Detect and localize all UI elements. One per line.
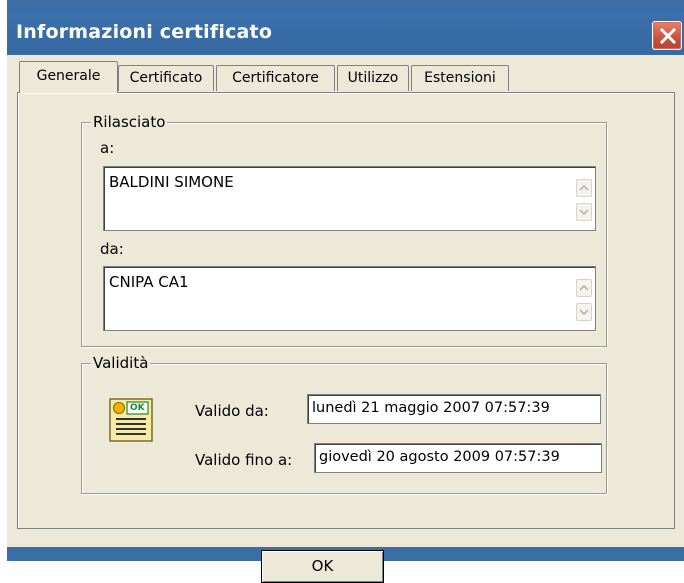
dialog-client-area: Generale Certificato Certificatore Utili… (7, 55, 684, 583)
certificate-icon: OK (109, 398, 153, 442)
scroll-up-button[interactable] (576, 179, 592, 197)
scroll-down-button[interactable] (576, 303, 592, 321)
issued-group-label: Rilasciato (91, 113, 168, 131)
validity-group-label: Validità (91, 354, 151, 372)
tab-label: Utilizzo (347, 70, 399, 86)
tab-generale[interactable]: Generale (19, 61, 118, 93)
certificate-badge-text: OK (130, 403, 145, 413)
window-title: Informazioni certificato (16, 21, 273, 43)
close-icon (659, 27, 677, 45)
tab-label: Certificatore (232, 70, 319, 86)
valid-from-field[interactable]: lunedì 21 maggio 2007 07:57:39 (307, 394, 601, 424)
issued-to-label: a: (100, 139, 115, 157)
close-button[interactable] (652, 21, 682, 50)
ok-button[interactable]: OK (261, 550, 384, 583)
validity-group (81, 363, 607, 494)
issued-to-textarea[interactable]: BALDINI SIMONE (103, 166, 596, 231)
tab-certificato[interactable]: Certificato (118, 65, 214, 91)
issued-by-label: da: (100, 240, 124, 258)
chevron-down-icon (579, 309, 589, 316)
chevron-down-icon (579, 209, 589, 216)
tab-panel-generale: Rilasciato a: BALDINI SIMONE da: CNIPA C… (17, 92, 675, 529)
tab-estensioni[interactable]: Estensioni (411, 65, 509, 91)
tab-label: Estensioni (424, 70, 496, 86)
issued-to-value: BALDINI SIMONE (109, 173, 234, 191)
tab-utilizzo[interactable]: Utilizzo (337, 65, 409, 91)
scroll-down-button[interactable] (576, 203, 592, 221)
title-bar[interactable]: Informazioni certificato (7, 12, 684, 54)
valid-from-label: Valido da: (195, 402, 269, 420)
valid-to-value: giovedì 20 agosto 2009 07:57:39 (319, 449, 560, 465)
tab-label: Certificato (129, 70, 203, 86)
chevron-up-icon (579, 184, 589, 191)
scroll-up-button[interactable] (576, 279, 592, 297)
issued-by-textarea[interactable]: CNIPA CA1 (103, 266, 596, 331)
chevron-up-icon (579, 284, 589, 291)
issued-by-value: CNIPA CA1 (109, 273, 189, 291)
tab-certificatore[interactable]: Certificatore (216, 65, 335, 91)
valid-to-label: Valido fino a: (195, 451, 293, 469)
valid-from-value: lunedì 21 maggio 2007 07:57:39 (312, 400, 550, 416)
ok-button-label: OK (311, 557, 334, 575)
certificate-info-dialog: Informazioni certificato Generale Certif… (7, 0, 684, 583)
valid-to-field[interactable]: giovedì 20 agosto 2009 07:57:39 (314, 443, 602, 473)
tab-label: Generale (36, 68, 101, 84)
